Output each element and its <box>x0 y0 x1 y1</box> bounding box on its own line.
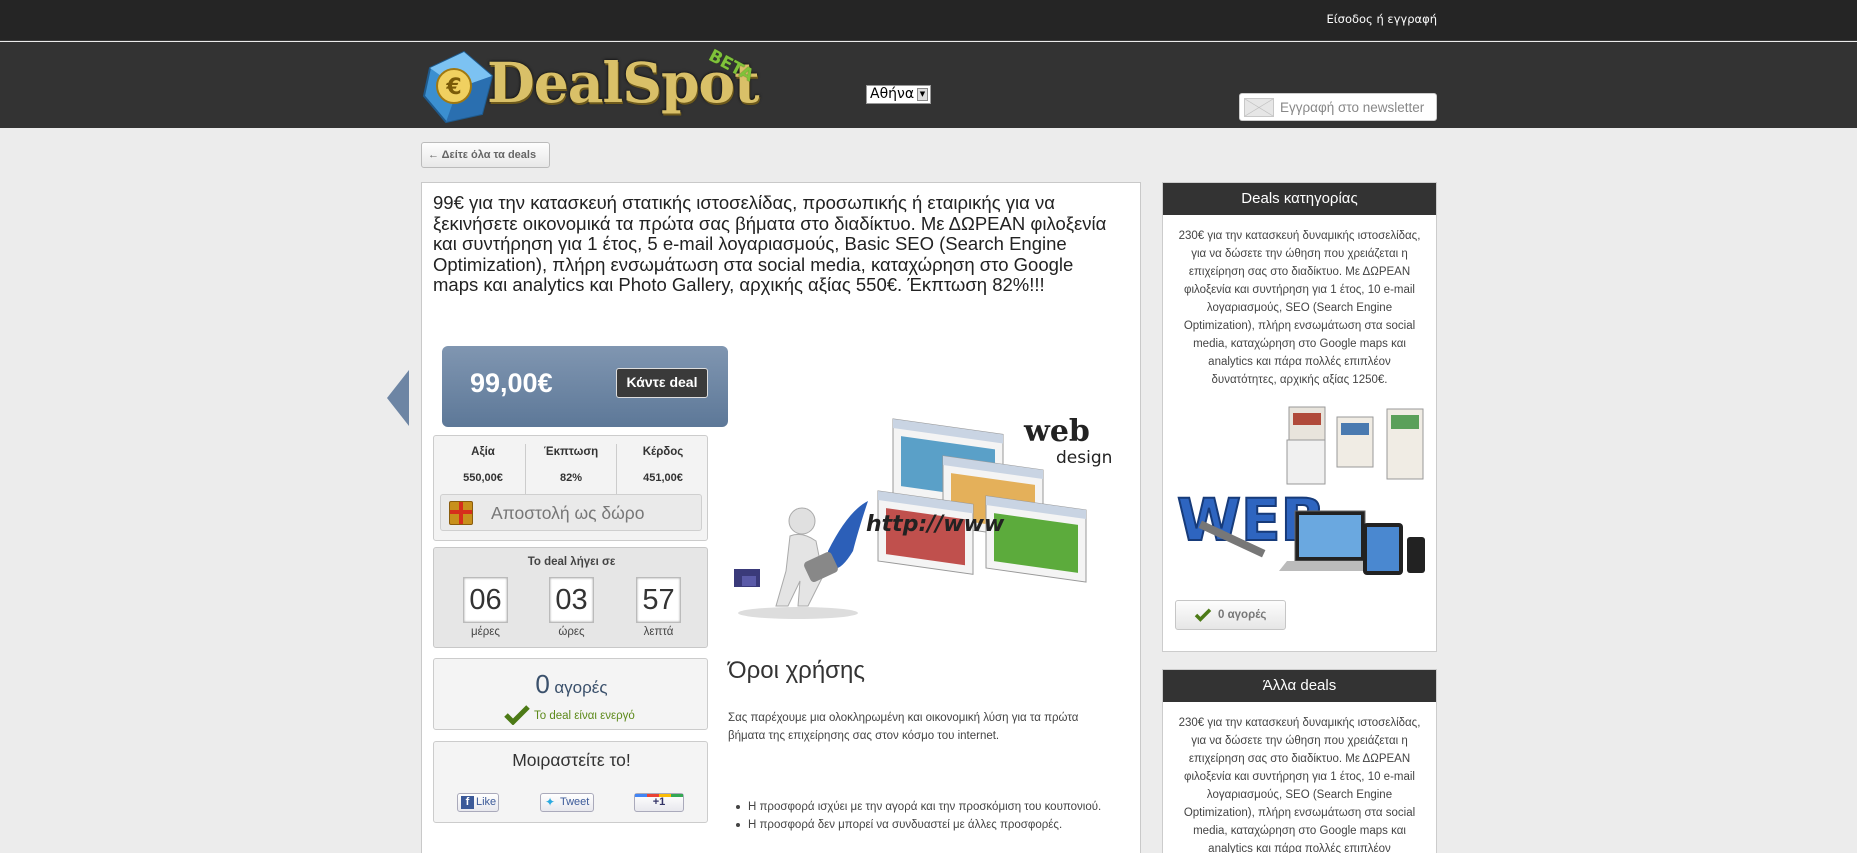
facebook-like-button[interactable]: f Like <box>457 793 499 812</box>
stat-profit: Κέρδος 451,00€ <box>618 446 708 484</box>
top-bar: Είσοδος ή εγγραφή <box>0 0 1857 41</box>
google-plus-button[interactable]: +1 <box>634 793 684 812</box>
newsletter-label: Εγγραφή στο newsletter <box>1280 100 1425 115</box>
purchase-count: 0 αγορές <box>434 669 709 700</box>
login-link[interactable]: Είσοδος ή εγγραφή <box>1327 12 1438 26</box>
countdown-title: Το deal λήγει σε <box>527 556 616 568</box>
category-deal-description[interactable]: 230€ για την κατασκευή δυναμικής ιστοσελ… <box>1163 215 1436 389</box>
share-box: Μοιραστείτε το! f Like ✦ Tweet +1 <box>433 741 708 823</box>
city-select[interactable]: Αθήνα ▼ <box>866 85 931 104</box>
send-as-gift-button[interactable]: Αποστολή ως δώρο <box>440 494 702 531</box>
countdown-minutes-label: λεπτά <box>643 626 674 638</box>
check-icon <box>504 705 530 725</box>
stat-label: Κέρδος <box>642 446 684 458</box>
countdown-days-label: μέρες <box>471 626 500 638</box>
category-deal-image[interactable]: WEB <box>1176 405 1425 585</box>
back-to-deals-button[interactable]: ← Δείτε όλα τα deals <box>421 142 550 168</box>
other-deal-description[interactable]: 230€ για την κατασκευή δυναμικής ιστοσελ… <box>1163 702 1436 853</box>
site-header: € DealSpot BETA Αθήνα ▼ Εγγραφή στο news… <box>0 42 1857 128</box>
terms-list: Η προσφορά ισχύει με την αγορά και την π… <box>736 798 1108 834</box>
facebook-icon: f <box>461 796 474 809</box>
like-label: Like <box>476 796 497 808</box>
newsletter-button[interactable]: Εγγραφή στο newsletter <box>1239 93 1437 121</box>
purchases-label: 0 αγορές <box>1218 609 1267 621</box>
price-box: 99,00€ Κάντε deal <box>442 346 728 427</box>
http-text: http://www <box>866 512 1005 537</box>
list-item: Η προσφορά δεν μπορεί να συνδυαστεί με ά… <box>736 816 1108 834</box>
stat-discount: Έκπτωση 82% <box>526 446 616 484</box>
other-deals-title: Άλλα deals <box>1163 670 1436 702</box>
check-icon <box>1194 608 1212 622</box>
share-title: Μοιραστείτε το! <box>512 750 631 770</box>
tweet-label: Tweet <box>560 796 590 808</box>
countdown-minutes: 57 <box>636 577 681 623</box>
twitter-icon: ✦ <box>545 795 556 809</box>
plusone-label: +1 <box>652 796 666 808</box>
tweet-button[interactable]: ✦ Tweet <box>540 793 594 812</box>
design-text: design <box>1056 448 1112 468</box>
gift-label: Αποστολή ως δώρο <box>491 503 645 523</box>
deal-image: web design http://www <box>728 401 1124 621</box>
chevron-down-icon: ▼ <box>917 88 928 101</box>
countdown: Το deal λήγει σε 06 03 57 μέρες ώρες λεπ… <box>433 547 708 648</box>
purchases-box: 0 αγορές Το deal είναι ενεργό <box>433 658 708 730</box>
buy-deal-button[interactable]: Κάντε deal <box>616 368 708 398</box>
countdown-days: 06 <box>463 577 508 623</box>
stat-amount: 82% <box>559 472 583 484</box>
envelope-icon <box>1244 98 1274 117</box>
countdown-hours-label: ώρες <box>558 626 585 638</box>
category-deals-box: Deals κατηγορίας 230€ για την κατασκευή … <box>1162 182 1437 652</box>
deal-price: 99,00€ <box>470 368 553 398</box>
stat-amount: 451,00€ <box>643 472 683 484</box>
stat-amount: 550,00€ <box>463 472 503 484</box>
web-text: web <box>1023 414 1090 449</box>
logo[interactable]: € DealSpot BETA <box>420 46 765 124</box>
divider <box>616 444 617 494</box>
countdown-hours: 03 <box>549 577 594 623</box>
deal-status: Το deal είναι ενεργό <box>534 710 635 722</box>
category-deals-title: Deals κατηγορίας <box>1163 183 1436 215</box>
list-item: Η προσφορά ισχύει με την αγορά και την π… <box>736 798 1108 816</box>
deal-stats: Αξία 550,00€ Έκπτωση 82% Κέρδος 451,00€ … <box>433 435 708 541</box>
purchase-number: 0 <box>535 669 550 699</box>
stat-label: Έκπτωση <box>543 446 599 458</box>
gift-icon <box>449 501 473 525</box>
google-plus-icon <box>635 794 683 797</box>
deal-panel: 99€ για την κατασκευή στατικής ιστοσελίδ… <box>421 182 1141 853</box>
svg-text:€: € <box>445 75 461 100</box>
city-select-value: Αθήνα <box>870 86 915 102</box>
terms-intro: Σας παρέχουμε μια ολοκληρωμένη και οικον… <box>728 712 1079 742</box>
price-tag-arrow <box>387 370 409 426</box>
stat-value: Αξία 550,00€ <box>438 446 528 484</box>
category-purchases-button[interactable]: 0 αγορές <box>1175 600 1286 630</box>
purchase-word: αγορές <box>554 678 608 697</box>
deal-title: 99€ για την κατασκευή στατικής ιστοσελίδ… <box>433 192 1107 295</box>
terms-title: Όροι χρήσης <box>728 657 865 684</box>
stat-label: Αξία <box>471 446 495 458</box>
other-deals-box: Άλλα deals 230€ για την κατασκευή δυναμι… <box>1162 669 1437 853</box>
